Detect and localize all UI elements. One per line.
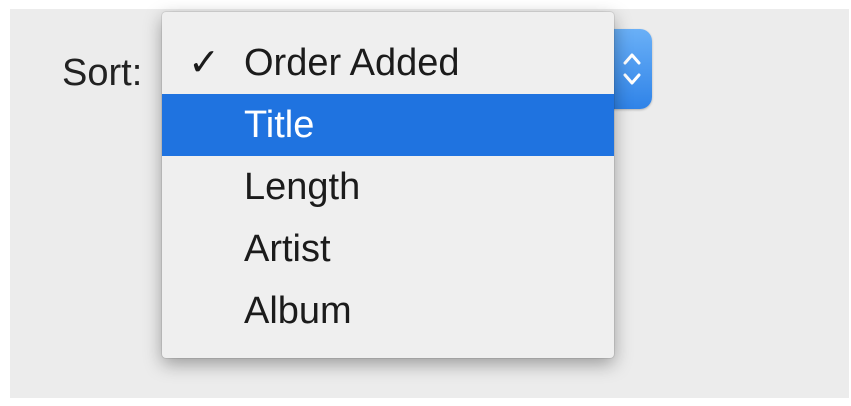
- sort-dropdown-menu: ✓ Order Added Title Length Artist Album: [162, 12, 614, 358]
- menu-item-label: Title: [244, 104, 315, 146]
- menu-item-album[interactable]: Album: [162, 280, 614, 342]
- checkmark-icon: ✓: [188, 42, 220, 84]
- menu-item-label: Order Added: [244, 42, 460, 84]
- menu-item-label: Length: [244, 166, 361, 208]
- menu-item-length[interactable]: Length: [162, 156, 614, 218]
- popup-arrows-icon: [618, 43, 646, 95]
- menu-item-title[interactable]: Title: [162, 94, 614, 156]
- menu-item-artist[interactable]: Artist: [162, 218, 614, 280]
- menu-item-order-added[interactable]: ✓ Order Added: [162, 32, 614, 94]
- sort-label: Sort:: [62, 52, 143, 94]
- menu-item-label: Artist: [244, 228, 331, 270]
- menu-item-label: Album: [244, 290, 352, 332]
